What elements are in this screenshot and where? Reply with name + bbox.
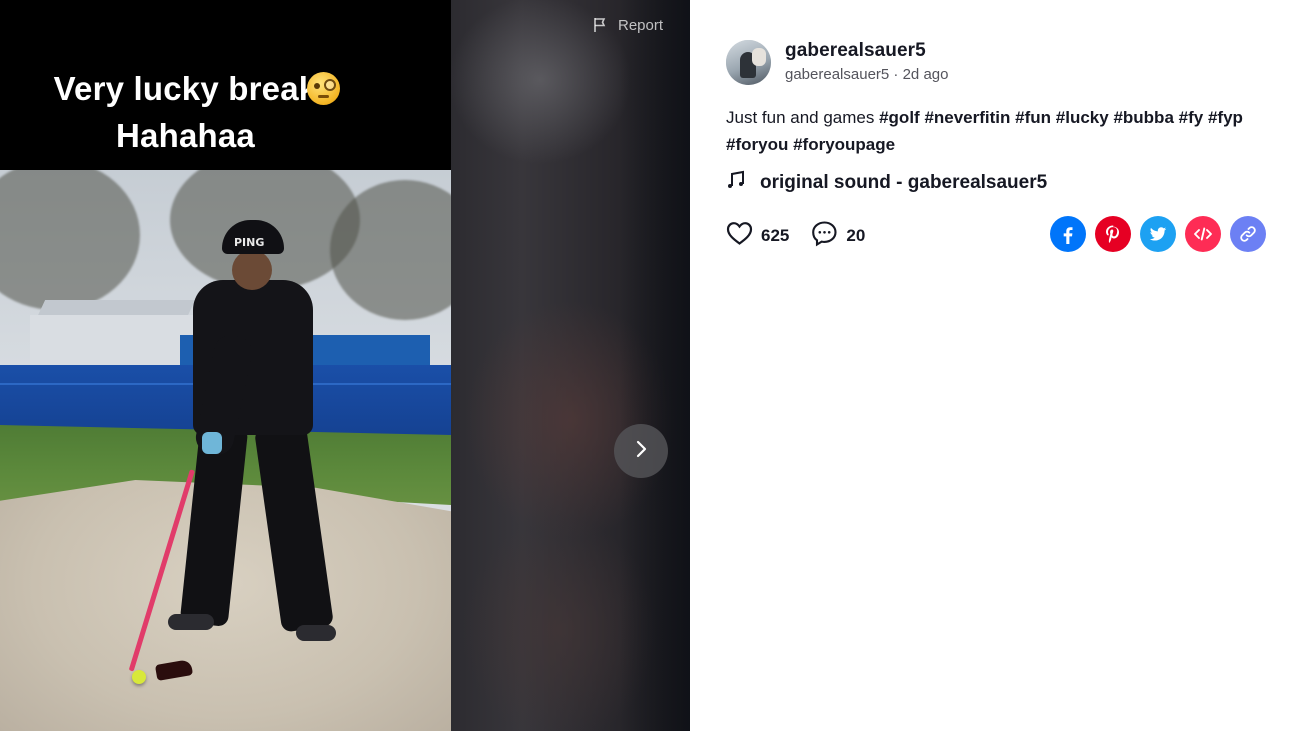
- post-info-panel: gaberealsauer5 gaberealsauer5 · 2d ago J…: [690, 0, 1300, 731]
- hashtag-link[interactable]: #bubba: [1113, 108, 1173, 127]
- caption-line-2: Hahahaa: [116, 117, 255, 154]
- twitter-icon: [1148, 224, 1168, 244]
- video-frame[interactable]: Very lucky break Hahahaa PING: [0, 0, 451, 731]
- face-with-monocle-icon: [307, 72, 340, 105]
- engagement-stats: 625 20: [726, 220, 887, 252]
- video-player[interactable]: Very lucky break Hahahaa PING Report: [0, 0, 690, 731]
- sound-label: original sound - gaberealsauer5: [760, 172, 1048, 193]
- video-caption-band: Very lucky break Hahahaa: [0, 0, 451, 170]
- hashtag-link[interactable]: #foryoupage: [793, 135, 895, 154]
- hashtag-link[interactable]: #neverfitin: [924, 108, 1010, 127]
- link-icon: [1238, 224, 1258, 244]
- background-edge-shade: [620, 0, 690, 731]
- next-video-button[interactable]: [614, 424, 668, 478]
- subline-separator: ·: [889, 66, 903, 83]
- comment-button[interactable]: 20: [811, 220, 865, 252]
- post-description: Just fun and games #golf #neverfitin #fu…: [726, 104, 1286, 158]
- video-scene: PING: [0, 170, 451, 731]
- comment-bubble-icon: [811, 220, 838, 252]
- embed-button[interactable]: [1185, 216, 1221, 252]
- report-button[interactable]: Report: [592, 16, 663, 34]
- hashtag-link[interactable]: #golf: [879, 108, 920, 127]
- hashtag-link[interactable]: #fyp: [1208, 108, 1243, 127]
- hashtag-link[interactable]: #fun: [1015, 108, 1051, 127]
- heart-icon: [726, 221, 753, 251]
- facebook-icon: [1057, 223, 1079, 245]
- author-handle[interactable]: gaberealsauer5: [785, 66, 889, 83]
- share-twitter-button[interactable]: [1140, 216, 1176, 252]
- flag-icon: [592, 16, 610, 34]
- post-time: 2d ago: [902, 66, 949, 83]
- chevron-right-icon: [630, 438, 652, 465]
- like-button[interactable]: 625: [726, 221, 789, 251]
- avatar[interactable]: [726, 40, 771, 85]
- sound-link[interactable]: original sound - gaberealsauer5: [726, 170, 1047, 196]
- share-facebook-button[interactable]: [1050, 216, 1086, 252]
- hashtag-link[interactable]: #lucky: [1056, 108, 1109, 127]
- author-subline: gaberealsauer5 · 2d ago: [785, 66, 948, 83]
- hashtag-link[interactable]: #foryou: [726, 135, 788, 154]
- share-buttons: [1050, 216, 1266, 252]
- cap-logo: PING: [234, 236, 265, 249]
- comment-count: 20: [846, 226, 866, 245]
- hashtag-link[interactable]: #fy: [1179, 108, 1204, 127]
- pinterest-icon: [1102, 223, 1124, 245]
- like-count: 625: [761, 226, 790, 245]
- copy-link-button[interactable]: [1230, 216, 1266, 252]
- author-username[interactable]: gaberealsauer5: [785, 40, 926, 62]
- code-icon: [1192, 223, 1214, 245]
- report-label: Report: [618, 16, 664, 34]
- music-note-icon: [726, 170, 746, 196]
- description-text: Just fun and games: [726, 108, 880, 127]
- share-pinterest-button[interactable]: [1095, 216, 1131, 252]
- golf-ball: [132, 670, 146, 684]
